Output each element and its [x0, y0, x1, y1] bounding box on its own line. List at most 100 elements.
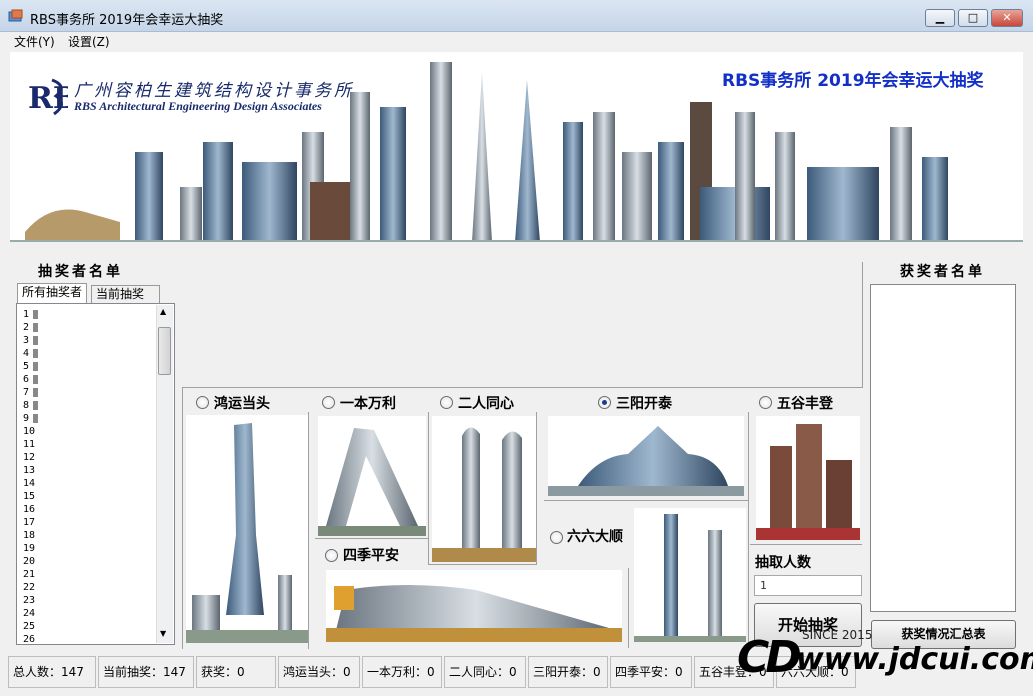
list-item[interactable]: 22 [23, 581, 35, 594]
status-awarded: 获奖：0 [196, 656, 276, 688]
list-item[interactable]: 6 [23, 373, 39, 386]
prize-image-3 [432, 416, 536, 562]
list-item[interactable]: 11 [23, 438, 35, 451]
list-item[interactable]: 4 [23, 347, 39, 360]
watermark-logo-icon: CD [737, 632, 802, 683]
list-item-number: 16 [23, 504, 36, 515]
radio-prize-2[interactable] [322, 396, 335, 409]
status-total: 总人数：147 [8, 656, 96, 688]
divider [428, 564, 537, 565]
prize-label-2: 一本万利 [340, 396, 396, 412]
radio-prize-5[interactable] [759, 396, 772, 409]
prize-image-6 [326, 570, 622, 642]
list-item-number: 26 [23, 634, 36, 645]
menu-file[interactable]: 文件(Y) [14, 33, 55, 50]
scroll-thumb[interactable] [158, 327, 171, 375]
radio-prize-1[interactable] [196, 396, 209, 409]
radio-prize-3[interactable] [440, 396, 453, 409]
list-item[interactable]: 14 [23, 477, 35, 490]
maximize-button[interactable]: □ [958, 9, 988, 27]
list-item[interactable]: 7 [23, 386, 39, 399]
list-item-number: 7 [23, 387, 30, 398]
list-item[interactable]: 13 [23, 464, 35, 477]
list-item-number: 12 [23, 452, 36, 463]
list-item-number: 3 [23, 335, 30, 346]
company-name-en: RBS Architectural Engineering Design Ass… [74, 99, 322, 113]
divider [308, 412, 309, 649]
list-item[interactable]: 15 [23, 490, 35, 503]
list-item[interactable]: 8 [23, 399, 39, 412]
list-item-number: 11 [23, 439, 36, 450]
radio-prize-6[interactable] [325, 549, 338, 562]
divider [750, 544, 862, 545]
scroll-down-icon[interactable]: ▼ [160, 629, 166, 638]
list-item-name-fragment [33, 322, 39, 332]
prize-label-4: 三阳开泰 [616, 396, 672, 412]
prize-image-5 [756, 416, 860, 540]
status-prize-2: 一本万利：0 [362, 656, 442, 688]
list-item-name-fragment [33, 400, 39, 410]
list-item-name-fragment [33, 387, 39, 397]
winners-list[interactable] [870, 284, 1016, 612]
divider [748, 412, 749, 644]
list-item[interactable]: 17 [23, 516, 35, 529]
winners-title: 获奖者名单 [900, 264, 985, 280]
divider [544, 500, 748, 501]
divider [315, 538, 428, 539]
divider [862, 262, 863, 388]
participant-list-scrollbar[interactable]: ▲ ▼ [156, 305, 173, 643]
participant-list[interactable]: 1 2 3 4 5 6 7 8 9 10 11 12 13 14 15 16 17 18 19 20 21 22 23 24 2… [16, 303, 175, 645]
list-item-number: 9 [23, 413, 30, 424]
watermark-since: SINCE 2015 [802, 628, 873, 642]
list-item-name-fragment [33, 413, 39, 423]
list-item[interactable]: 20 [23, 555, 35, 568]
status-prize-1: 鸿运当头：0 [278, 656, 360, 688]
prize-image-2 [318, 416, 426, 536]
tab-current-participants[interactable]: 当前抽奖者 [91, 285, 160, 318]
close-button[interactable]: ✕ [991, 9, 1023, 27]
list-item[interactable]: 3 [23, 334, 39, 347]
list-item[interactable]: 19 [23, 542, 35, 555]
list-item[interactable]: 2 [23, 321, 39, 334]
list-item[interactable]: 10 [23, 425, 35, 438]
list-item-number: 18 [23, 530, 36, 541]
prize-label-3: 二人同心 [458, 396, 514, 412]
draw-count-label: 抽取人数 [755, 555, 811, 571]
list-item-number: 4 [23, 348, 30, 359]
list-item[interactable]: 12 [23, 451, 35, 464]
menu-settings[interactable]: 设置(Z) [68, 33, 110, 50]
list-item-name-fragment [33, 348, 39, 358]
list-item[interactable]: 16 [23, 503, 35, 516]
list-item-number: 19 [23, 543, 36, 554]
list-item[interactable]: 18 [23, 529, 35, 542]
list-item[interactable]: 21 [23, 568, 35, 581]
list-item[interactable]: 1 [23, 308, 39, 321]
event-title: RBS事务所 2019年会幸运大抽奖 [722, 71, 984, 91]
status-prize-3: 二人同心：0 [444, 656, 526, 688]
divider [628, 568, 629, 648]
list-item[interactable]: 9 [23, 412, 39, 425]
rbs-logo-icon: RB [28, 74, 78, 116]
scroll-up-icon[interactable]: ▲ [160, 307, 166, 316]
prize-image-7 [634, 508, 746, 642]
list-item-name-fragment [33, 361, 39, 371]
watermark-site: www.jdcui.com [796, 642, 1033, 677]
prize-label-6: 四季平安 [343, 548, 399, 564]
list-item-number: 13 [23, 465, 36, 476]
prize-label-7: 六六大顺 [567, 529, 623, 545]
list-item[interactable]: 26 [23, 633, 36, 645]
radio-prize-7[interactable] [550, 531, 563, 544]
list-item-name-fragment [33, 374, 39, 384]
status-prize-5: 四季平安：0 [610, 656, 692, 688]
tab-all-participants[interactable]: 所有抽奖者 [17, 283, 88, 304]
minimize-button[interactable]: ▁ [925, 9, 955, 27]
list-item-number: 15 [23, 491, 36, 502]
divider [536, 412, 537, 564]
list-item[interactable]: 24 [23, 607, 35, 620]
list-item[interactable]: 25 [23, 620, 35, 633]
draw-count-input[interactable]: 1 [754, 575, 862, 596]
list-item[interactable]: 5 [23, 360, 39, 373]
list-item[interactable]: 23 [23, 594, 35, 607]
list-item-number: 21 [23, 569, 36, 580]
radio-prize-4[interactable] [598, 396, 611, 409]
